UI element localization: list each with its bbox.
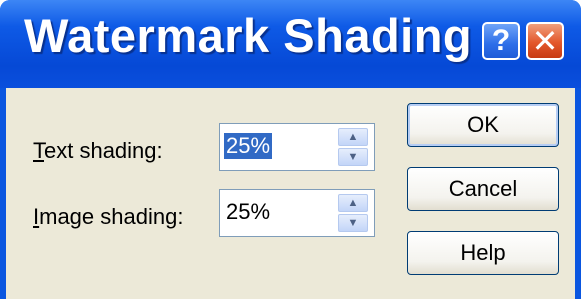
image-shading-up-button[interactable]: ▲: [338, 194, 368, 212]
text-shading-accel: T: [33, 138, 44, 163]
text-shading-spin-buttons: ▲ ▼: [338, 128, 368, 166]
text-shading-label: Text shading:: [33, 138, 163, 164]
text-shading-up-button[interactable]: ▲: [338, 128, 368, 146]
ok-button-label: OK: [467, 112, 499, 137]
dialog-body: Text shading: 25% ▲ ▼ Image shading: 25%…: [6, 88, 575, 299]
image-shading-spinner[interactable]: 25% ▲ ▼: [219, 189, 375, 237]
arrow-down-icon: ▼: [347, 150, 359, 163]
cancel-button[interactable]: Cancel: [407, 167, 559, 211]
text-shading-label-text: ext shading:: [44, 138, 163, 163]
dialog-window: Watermark Shading ? ✕ Text shading: 25% …: [0, 0, 581, 299]
ok-button[interactable]: OK: [407, 103, 559, 147]
help-button[interactable]: Help: [407, 231, 559, 275]
help-title-button[interactable]: ?: [482, 22, 520, 60]
image-shading-label-text: mage shading:: [39, 204, 184, 229]
arrow-up-icon: ▲: [347, 196, 359, 209]
image-shading-down-button[interactable]: ▼: [338, 214, 368, 232]
image-shading-input[interactable]: 25%: [224, 199, 272, 225]
title-bar[interactable]: Watermark Shading ? ✕: [0, 0, 581, 88]
dialog-title: Watermark Shading: [24, 9, 473, 62]
arrow-down-icon: ▼: [347, 216, 359, 229]
arrow-up-icon: ▲: [347, 130, 359, 143]
text-shading-input[interactable]: 25%: [224, 133, 273, 159]
cancel-button-label: Cancel: [448, 176, 518, 201]
text-shading-down-button[interactable]: ▼: [338, 148, 368, 166]
close-icon: ✕: [531, 23, 559, 59]
text-shading-spinner[interactable]: 25% ▲ ▼: [219, 123, 375, 171]
image-shading-label: Image shading:: [33, 204, 183, 230]
help-button-label: Help: [460, 240, 506, 265]
image-shading-spin-buttons: ▲ ▼: [338, 194, 368, 232]
question-mark-icon: ?: [491, 24, 511, 57]
close-button[interactable]: ✕: [526, 22, 564, 60]
